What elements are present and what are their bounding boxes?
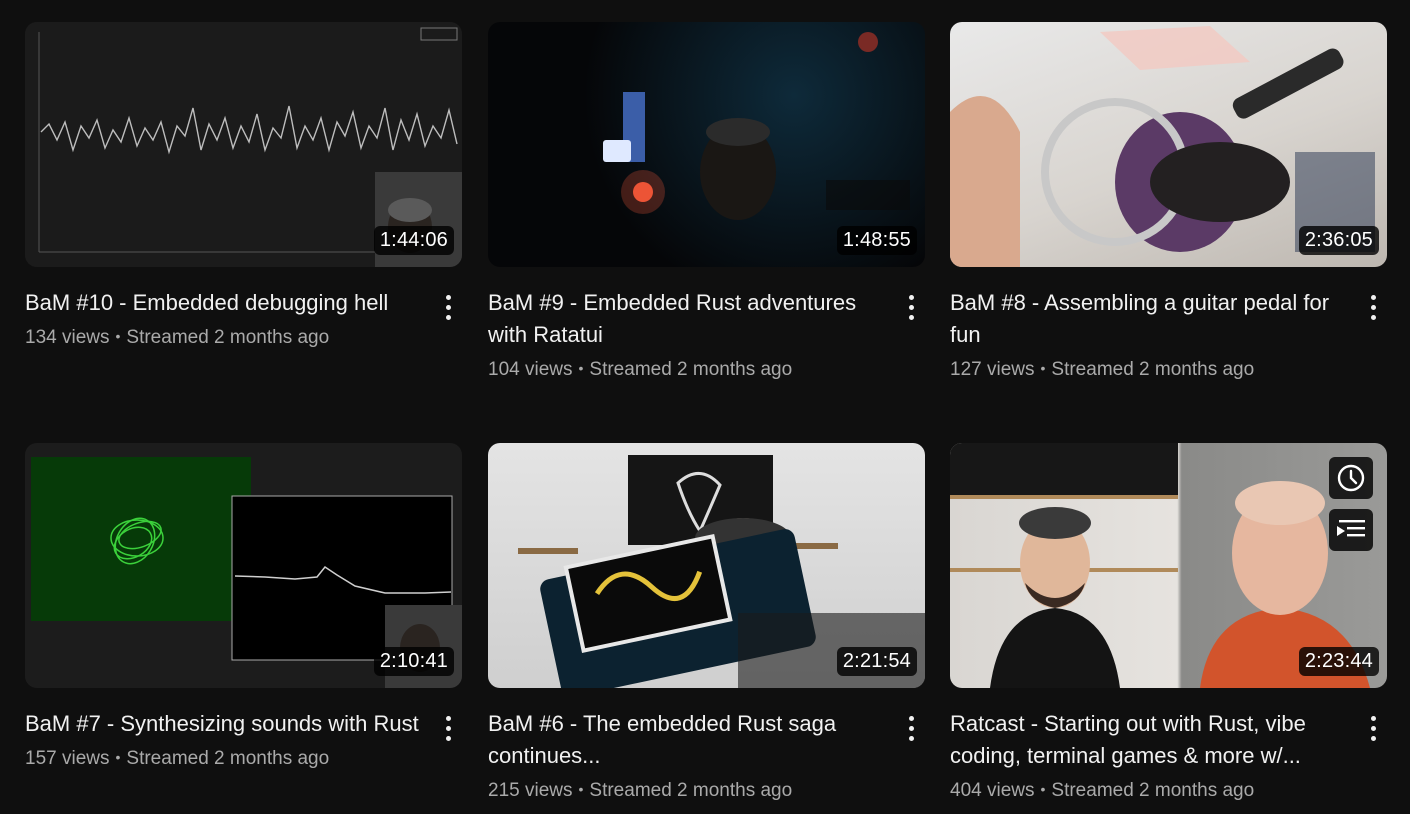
video-title[interactable]: Ratcast - Starting out with Rust, vibe c… — [950, 708, 1347, 772]
video-title[interactable]: BaM #6 - The embedded Rust saga continue… — [488, 708, 885, 772]
separator: • — [1040, 360, 1046, 376]
video-duration: 2:21:54 — [836, 647, 917, 676]
stream-date: Streamed 2 months ago — [1051, 780, 1255, 801]
view-count: 157 views — [25, 748, 110, 769]
add-to-queue-icon — [1337, 520, 1365, 537]
video-card[interactable]: 2:36:05 BaM #8 - Assembling a guitar ped… — [950, 22, 1387, 383]
video-thumbnail[interactable]: 2:10:41 — [25, 443, 462, 688]
video-title[interactable]: BaM #10 - Embedded debugging hell — [25, 287, 422, 319]
video-duration: 2:23:44 — [1298, 647, 1379, 676]
video-stats: 134 views • Streamed 2 months ago — [25, 325, 422, 351]
video-thumbnail[interactable]: 1:48:55 — [488, 22, 925, 267]
watch-later-button[interactable] — [1329, 457, 1373, 499]
more-vert-icon[interactable] — [901, 291, 921, 323]
view-count: 127 views — [950, 359, 1035, 380]
video-thumbnail[interactable]: 2:36:05 — [950, 22, 1387, 267]
video-thumbnail[interactable]: 2:21:54 — [488, 443, 925, 688]
stream-date: Streamed 2 months ago — [589, 780, 793, 801]
video-stats: 404 views • Streamed 2 months ago — [950, 778, 1347, 804]
video-stats: 215 views • Streamed 2 months ago — [488, 778, 885, 804]
add-to-queue-button[interactable] — [1329, 509, 1373, 551]
view-count: 215 views — [488, 780, 573, 801]
video-duration: 1:44:06 — [373, 226, 454, 255]
video-meta: BaM #9 - Embedded Rust adventures with R… — [488, 287, 925, 383]
video-duration: 1:48:55 — [836, 226, 917, 255]
video-stats: 127 views • Streamed 2 months ago — [950, 357, 1347, 383]
view-count: 134 views — [25, 327, 110, 348]
separator: • — [115, 328, 121, 344]
video-meta: BaM #7 - Synthesizing sounds with Rust 1… — [25, 708, 462, 772]
stream-date: Streamed 2 months ago — [1051, 359, 1255, 380]
video-duration: 2:36:05 — [1298, 226, 1379, 255]
video-title[interactable]: BaM #9 - Embedded Rust adventures with R… — [488, 287, 885, 351]
video-stats: 157 views • Streamed 2 months ago — [25, 746, 422, 772]
video-card[interactable]: 1:44:06 BaM #10 - Embedded debugging hel… — [25, 22, 462, 351]
stream-date: Streamed 2 months ago — [126, 327, 330, 348]
video-card[interactable]: 2:21:54 BaM #6 - The embedded Rust saga … — [488, 443, 925, 804]
video-card[interactable]: 2:23:44 Ratcast - Starting out with Rust… — [950, 443, 1387, 804]
stream-date: Streamed 2 months ago — [126, 748, 330, 769]
more-vert-icon[interactable] — [1363, 291, 1383, 323]
video-meta: BaM #6 - The embedded Rust saga continue… — [488, 708, 925, 804]
clock-icon — [1337, 464, 1365, 492]
more-vert-icon[interactable] — [1363, 712, 1383, 744]
view-count: 404 views — [950, 780, 1035, 801]
video-meta: Ratcast - Starting out with Rust, vibe c… — [950, 708, 1387, 804]
video-meta: BaM #8 - Assembling a guitar pedal for f… — [950, 287, 1387, 383]
stream-date: Streamed 2 months ago — [589, 359, 793, 380]
more-vert-icon[interactable] — [438, 291, 458, 323]
more-vert-icon[interactable] — [901, 712, 921, 744]
separator: • — [115, 749, 121, 765]
video-title[interactable]: BaM #8 - Assembling a guitar pedal for f… — [950, 287, 1347, 351]
video-card[interactable]: 1:48:55 BaM #9 - Embedded Rust adventure… — [488, 22, 925, 383]
separator: • — [578, 360, 584, 376]
separator: • — [1040, 781, 1046, 797]
view-count: 104 views — [488, 359, 573, 380]
video-stats: 104 views • Streamed 2 months ago — [488, 357, 885, 383]
separator: • — [578, 781, 584, 797]
video-thumbnail[interactable]: 2:23:44 — [950, 443, 1387, 688]
video-meta: BaM #10 - Embedded debugging hell 134 vi… — [25, 287, 462, 351]
more-vert-icon[interactable] — [438, 712, 458, 744]
video-card[interactable]: 2:10:41 BaM #7 - Synthesizing sounds wit… — [25, 443, 462, 772]
video-title[interactable]: BaM #7 - Synthesizing sounds with Rust — [25, 708, 422, 740]
video-duration: 2:10:41 — [373, 647, 454, 676]
video-thumbnail[interactable]: 1:44:06 — [25, 22, 462, 267]
